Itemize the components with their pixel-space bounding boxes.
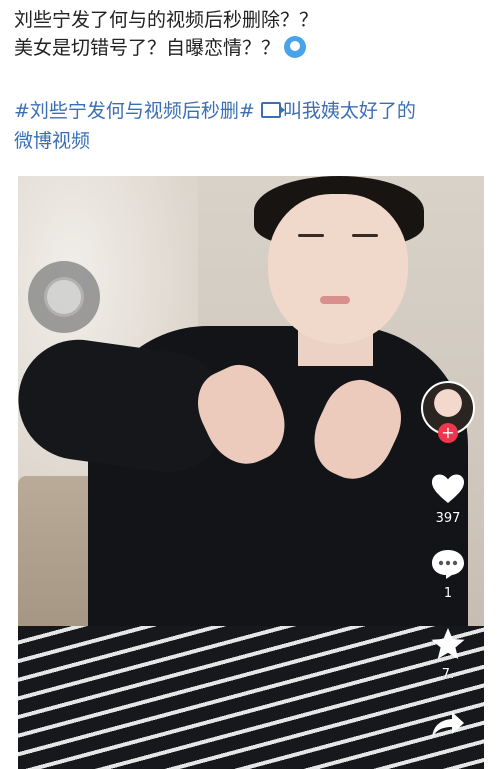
comment-count: 1 (443, 586, 453, 601)
hashtag-link[interactable]: #刘些宁发何与视频后秒删# (14, 100, 255, 122)
floating-assistive-ball-icon[interactable] (28, 261, 100, 333)
post-line-1: 刘些宁发了何与的视频后秒删除？？ (14, 9, 319, 31)
topic-links: #刘些宁发何与视频后秒删# 叫我姨太好了的 微博视频 (14, 96, 486, 156)
share-icon[interactable] (430, 710, 466, 740)
favorite-count: 7. (441, 667, 455, 682)
plus-icon[interactable]: + (438, 423, 458, 443)
video-person-face (268, 194, 408, 344)
video-link-text: 叫我姨太好了的 (282, 100, 416, 122)
video-link[interactable]: 叫我姨太好了的 (260, 100, 416, 122)
comment-icon[interactable] (430, 548, 466, 580)
like-count: 397 (435, 511, 461, 526)
post-line-2: 美女是切错号了？自曝恋情？？ (14, 34, 486, 62)
video-side-actions: + 397 1 7. (418, 381, 478, 769)
video-person-eye (298, 234, 324, 237)
post-line-2-text: 美女是切错号了？自曝恋情？？ (14, 37, 281, 59)
video-link-icon (260, 102, 285, 118)
post-text: 刘些宁发了何与的视频后秒删除？？ 美女是切错号了？自曝恋情？？ (14, 6, 486, 62)
star-icon[interactable] (430, 627, 466, 661)
video-link-line-2[interactable]: 微博视频 (14, 126, 486, 156)
topic-line-1: #刘些宁发何与视频后秒删# 叫我姨太好了的 (14, 96, 486, 126)
creator-avatar[interactable]: + (421, 381, 475, 443)
surprised-face-icon (284, 36, 307, 58)
video-person-mouth (320, 296, 350, 304)
video-person-eye (352, 234, 378, 237)
video-player[interactable]: + 397 1 7. (18, 176, 484, 769)
heart-icon[interactable] (430, 473, 466, 505)
video-person-pants (18, 626, 484, 769)
